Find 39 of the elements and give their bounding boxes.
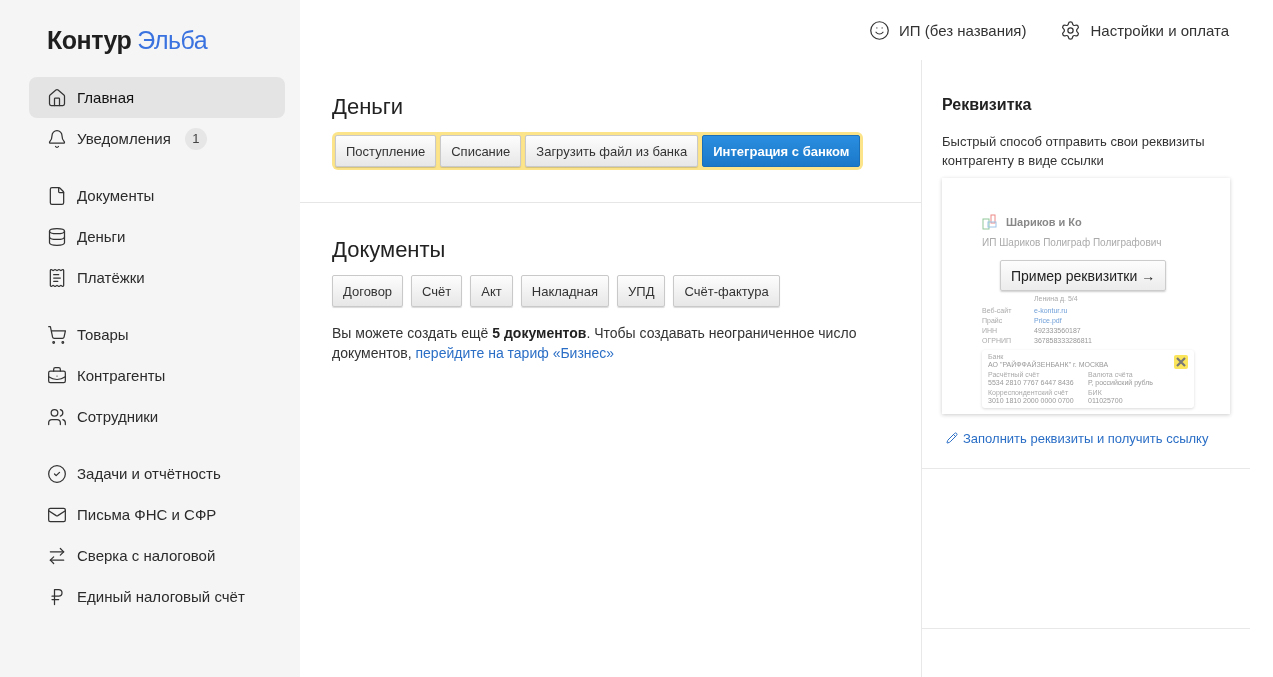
sidebar-item[interactable]: Главная [29, 77, 285, 118]
action-button[interactable]: Поступление [335, 135, 437, 167]
action-button[interactable]: Списание [440, 135, 522, 167]
section-title: Деньги [332, 94, 405, 120]
briefcase-icon [47, 365, 67, 386]
section-title: Документы [332, 237, 447, 263]
document-icon [47, 185, 67, 206]
create-document-button[interactable]: Счёт-фактура [673, 275, 780, 307]
settings-icon [1060, 19, 1082, 41]
limit-note: Вы можете создать ещё 5 документов. Чтобы создавать неограниченное число документов, перейдите на тариф «Бизнес» [332, 324, 858, 363]
arrows-icon [47, 545, 67, 566]
cart-icon [47, 324, 67, 345]
create-document-button[interactable]: Акт [470, 275, 513, 307]
coins-icon [47, 226, 67, 247]
home-icon [47, 87, 67, 108]
create-document-button[interactable]: Накладная [520, 275, 610, 307]
pencil-icon [946, 432, 958, 444]
create-document-button[interactable]: Счёт [411, 275, 463, 307]
create-document-button[interactable]: Договор [332, 275, 404, 307]
bell-icon [47, 128, 67, 149]
receipt-icon [47, 267, 67, 288]
panel-title: Реквизитка [942, 96, 1033, 114]
settings-link[interactable]: Настройки и оплата [1060, 19, 1229, 41]
logo[interactable]: Контур Эльба [29, 26, 285, 55]
action-button[interactable]: Загрузить файл из банка [525, 135, 699, 167]
fill-requisites-link[interactable]: Заполнить реквизиты и получить ссылку [942, 430, 1209, 446]
example-button[interactable]: Пример реквизитки → [1000, 260, 1167, 291]
count-badge: 1 [184, 127, 207, 150]
panel-description: Быстрый способ отправить свои реквизиты контрагенту в виде ссылки [942, 133, 1206, 170]
smiley-icon [869, 19, 890, 41]
create-document-button[interactable]: УПД [617, 275, 666, 307]
company-name: Шариков и Ко [1006, 216, 1082, 228]
tariff-link[interactable]: перейдите на тариф «Бизнес» [415, 345, 615, 361]
action-button[interactable]: Интеграция с банком [702, 135, 861, 167]
owner-name: ИП Шариков Полиграф Полиграфович [982, 237, 1163, 248]
bank-logo-icon [1174, 355, 1188, 369]
people-icon [47, 406, 67, 427]
check-circle-icon [47, 463, 67, 484]
account-link[interactable]: ИП (без названия) [869, 19, 1027, 41]
